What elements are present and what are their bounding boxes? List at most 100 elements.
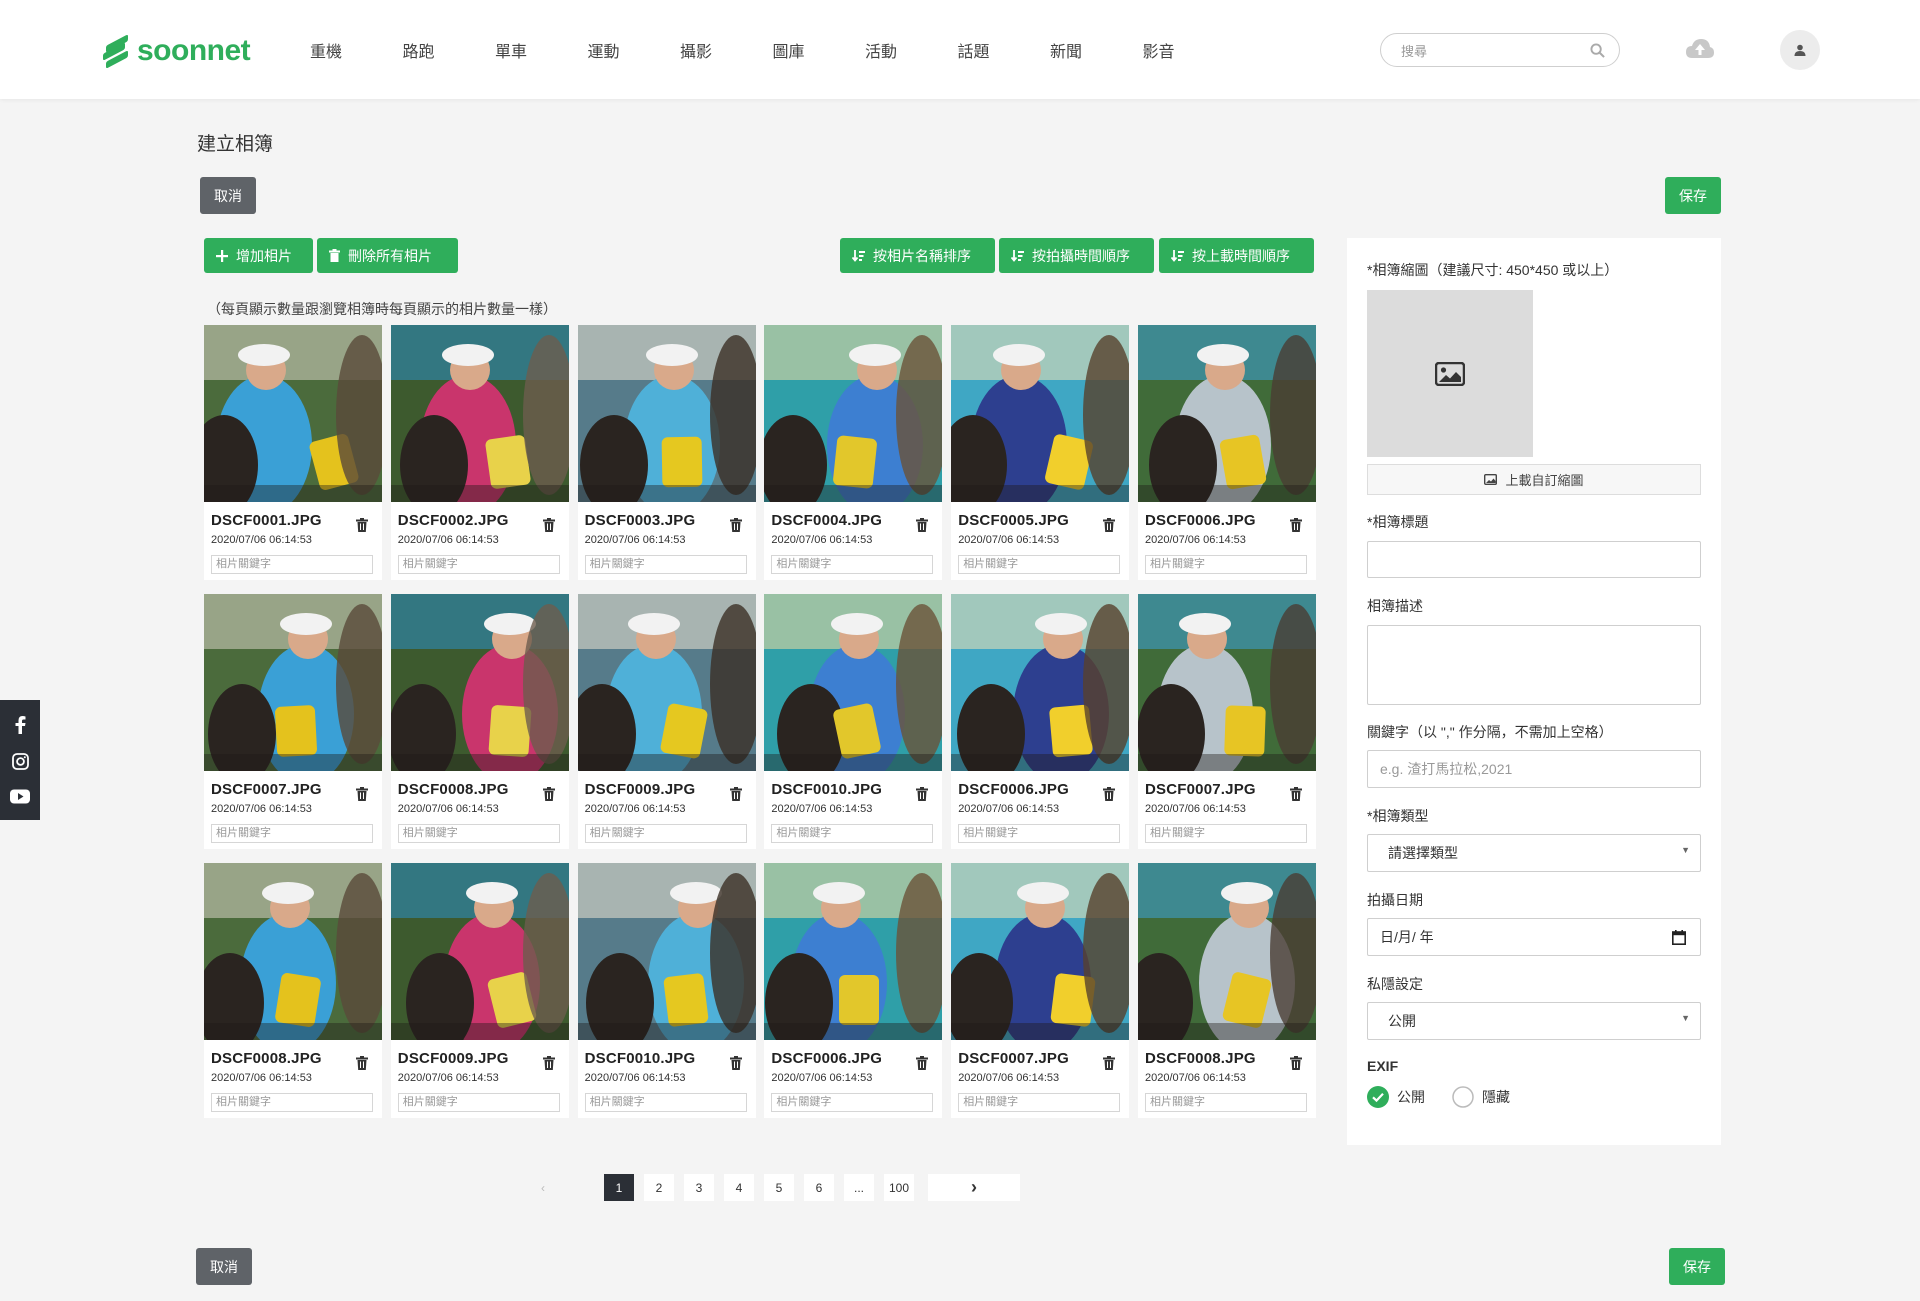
- sort-by-name-button[interactable]: 按相片名稱排序: [840, 238, 995, 273]
- privacy-select[interactable]: 公開 ▼: [1367, 1002, 1701, 1040]
- trash-icon[interactable]: [1289, 518, 1302, 532]
- page-button[interactable]: 1: [604, 1174, 634, 1201]
- photo-keyword-input[interactable]: 相片關鍵字: [584, 555, 747, 574]
- trash-icon[interactable]: [356, 518, 368, 532]
- trash-icon[interactable]: [542, 518, 555, 532]
- calendar-icon[interactable]: [1672, 930, 1686, 945]
- photo-thumbnail[interactable]: [390, 325, 569, 502]
- photo-keyword-input[interactable]: 相片關鍵字: [958, 824, 1121, 843]
- page-button[interactable]: 2: [644, 1174, 674, 1201]
- photo-card[interactable]: DSCF0006.JPG 2020/07/06 06:14:53 相片關鍵字: [764, 863, 943, 1118]
- nav-item[interactable]: 單車: [495, 38, 588, 62]
- photo-thumbnail[interactable]: [764, 863, 943, 1040]
- photo-thumbnail[interactable]: [577, 594, 756, 771]
- trash-icon[interactable]: [542, 1056, 555, 1070]
- album-description-textarea[interactable]: [1367, 625, 1701, 705]
- photo-card[interactable]: DSCF0002.JPG 2020/07/06 06:14:53 相片關鍵字: [390, 325, 569, 580]
- cancel-button[interactable]: 取消: [200, 177, 256, 214]
- photo-thumbnail[interactable]: [204, 594, 382, 771]
- photo-keyword-input[interactable]: 相片關鍵字: [584, 1093, 747, 1112]
- facebook-icon[interactable]: [14, 715, 26, 734]
- exif-public-radio[interactable]: 公開: [1367, 1086, 1425, 1108]
- avatar[interactable]: [1780, 30, 1820, 70]
- photo-keyword-input[interactable]: 相片關鍵字: [771, 555, 934, 574]
- search-input[interactable]: 搜尋: [1401, 41, 1590, 60]
- photo-thumbnail[interactable]: [764, 594, 943, 771]
- trash-icon[interactable]: [916, 787, 929, 801]
- photo-card[interactable]: DSCF0006.JPG 2020/07/06 06:14:53 相片關鍵字: [951, 594, 1130, 849]
- photo-keyword-input[interactable]: 相片關鍵字: [771, 1093, 934, 1112]
- page-button[interactable]: 100: [884, 1174, 914, 1201]
- photo-card[interactable]: DSCF0004.JPG 2020/07/06 06:14:53 相片關鍵字: [764, 325, 943, 580]
- photo-card[interactable]: DSCF0009.JPG 2020/07/06 06:14:53 相片關鍵字: [390, 863, 569, 1118]
- photo-keyword-input[interactable]: 相片關鍵字: [958, 1093, 1121, 1112]
- sort-by-taken-button[interactable]: 按拍攝時間順序: [999, 238, 1154, 273]
- trash-icon[interactable]: [356, 1056, 368, 1070]
- photo-keyword-input[interactable]: 相片關鍵字: [958, 555, 1121, 574]
- photo-card[interactable]: DSCF0010.JPG 2020/07/06 06:14:53 相片關鍵字: [764, 594, 943, 849]
- photo-thumbnail[interactable]: [951, 325, 1130, 502]
- trash-icon[interactable]: [1289, 787, 1302, 801]
- photo-thumbnail[interactable]: [951, 863, 1130, 1040]
- photo-thumbnail[interactable]: [204, 863, 382, 1040]
- photo-thumbnail[interactable]: [951, 594, 1130, 771]
- search-icon[interactable]: [1590, 42, 1605, 58]
- photo-card[interactable]: DSCF0009.JPG 2020/07/06 06:14:53 相片關鍵字: [577, 594, 756, 849]
- trash-icon[interactable]: [1103, 1056, 1116, 1070]
- photo-card[interactable]: DSCF0003.JPG 2020/07/06 06:14:53 相片關鍵字: [577, 325, 756, 580]
- nav-item[interactable]: 影音: [1143, 38, 1236, 62]
- cloud-upload-icon[interactable]: [1685, 36, 1715, 62]
- nav-item[interactable]: 話題: [958, 38, 1051, 62]
- page-button[interactable]: 3: [684, 1174, 714, 1201]
- trash-icon[interactable]: [1103, 787, 1116, 801]
- photo-thumbnail[interactable]: [764, 325, 943, 502]
- nav-item[interactable]: 運動: [588, 38, 681, 62]
- photo-thumbnail[interactable]: [390, 863, 569, 1040]
- photo-thumbnail[interactable]: [577, 325, 756, 502]
- page-button[interactable]: 4: [724, 1174, 754, 1201]
- photo-keyword-input[interactable]: 相片關鍵字: [1144, 555, 1307, 574]
- photo-card[interactable]: DSCF0008.JPG 2020/07/06 06:14:53 相片關鍵字: [204, 863, 382, 1118]
- keywords-input[interactable]: e.g. 渣打馬拉松,2021: [1367, 750, 1701, 788]
- album-title-input[interactable]: [1367, 541, 1701, 578]
- photo-keyword-input[interactable]: 相片關鍵字: [397, 824, 560, 843]
- add-photo-button[interactable]: 增加相片: [204, 238, 313, 273]
- photo-keyword-input[interactable]: 相片關鍵字: [211, 555, 373, 574]
- next-page-button[interactable]: ›: [928, 1174, 1020, 1201]
- photo-thumbnail[interactable]: [577, 863, 756, 1040]
- save-button-bottom[interactable]: 保存: [1669, 1248, 1725, 1285]
- trash-icon[interactable]: [542, 787, 555, 801]
- nav-item[interactable]: 活動: [865, 38, 958, 62]
- exif-hidden-radio[interactable]: 隱藏: [1452, 1086, 1510, 1108]
- trash-icon[interactable]: [729, 787, 742, 801]
- page-button[interactable]: 5: [764, 1174, 794, 1201]
- page-button[interactable]: 6: [804, 1174, 834, 1201]
- photo-card[interactable]: DSCF0007.JPG 2020/07/06 06:14:53 相片關鍵字: [204, 594, 382, 849]
- trash-icon[interactable]: [729, 1056, 742, 1070]
- photo-thumbnail[interactable]: [204, 325, 382, 502]
- photo-card[interactable]: DSCF0007.JPG 2020/07/06 06:14:53 相片關鍵字: [1137, 594, 1316, 849]
- nav-item[interactable]: 路跑: [403, 38, 496, 62]
- photo-card[interactable]: DSCF0007.JPG 2020/07/06 06:14:53 相片關鍵字: [951, 863, 1130, 1118]
- nav-item[interactable]: 新聞: [1050, 38, 1143, 62]
- photo-thumbnail[interactable]: [1137, 863, 1316, 1040]
- photo-thumbnail[interactable]: [1137, 594, 1316, 771]
- photo-keyword-input[interactable]: 相片關鍵字: [1144, 1093, 1307, 1112]
- trash-icon[interactable]: [1103, 518, 1116, 532]
- nav-item[interactable]: 圖庫: [773, 38, 866, 62]
- search-box[interactable]: 搜尋: [1380, 33, 1620, 67]
- photo-keyword-input[interactable]: 相片關鍵字: [211, 824, 373, 843]
- photo-card[interactable]: DSCF0006.JPG 2020/07/06 06:14:53 相片關鍵字: [1137, 325, 1316, 580]
- album-type-select[interactable]: 請選擇類型 ▼: [1367, 834, 1701, 872]
- photo-keyword-input[interactable]: 相片關鍵字: [771, 824, 934, 843]
- photo-card[interactable]: DSCF0001.JPG 2020/07/06 06:14:53 相片關鍵字: [204, 325, 382, 580]
- brand-logo[interactable]: soonnet: [103, 34, 251, 69]
- trash-icon[interactable]: [916, 1056, 929, 1070]
- sort-by-upload-button[interactable]: 按上載時間順序: [1159, 238, 1314, 273]
- nav-item[interactable]: 攝影: [680, 38, 773, 62]
- cancel-button-bottom[interactable]: 取消: [196, 1248, 252, 1285]
- photo-keyword-input[interactable]: 相片關鍵字: [1144, 824, 1307, 843]
- photo-card[interactable]: DSCF0005.JPG 2020/07/06 06:14:53 相片關鍵字: [951, 325, 1130, 580]
- photo-thumbnail[interactable]: [1137, 325, 1316, 502]
- photo-card[interactable]: DSCF0008.JPG 2020/07/06 06:14:53 相片關鍵字: [390, 594, 569, 849]
